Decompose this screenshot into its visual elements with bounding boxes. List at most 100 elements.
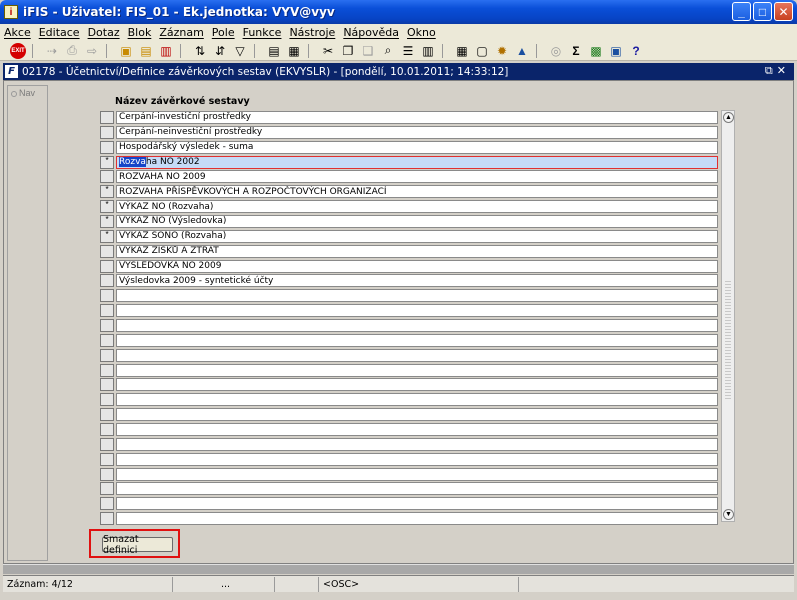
sun-icon[interactable]: ✹	[494, 43, 510, 59]
empty-table-row[interactable]	[100, 467, 718, 482]
empty-table-row[interactable]	[100, 422, 718, 437]
row-marker[interactable]	[100, 467, 114, 481]
row-marker[interactable]	[100, 363, 114, 377]
menu-dotaz[interactable]: Dotaz	[88, 26, 120, 39]
empty-table-row[interactable]	[100, 392, 718, 407]
scrollbar-grip[interactable]	[725, 281, 731, 401]
report-name-cell[interactable]	[116, 333, 718, 347]
empty-table-row[interactable]	[100, 363, 718, 378]
delete-record-icon[interactable]: ▤	[138, 43, 154, 59]
row-marker[interactable]	[100, 348, 114, 362]
row-marker[interactable]	[100, 289, 114, 303]
remove-record-icon[interactable]: ▥	[158, 43, 174, 59]
report-name-cell[interactable]	[116, 452, 718, 466]
row-marker[interactable]	[100, 244, 114, 258]
table-row[interactable]: * VÝKAZ SONO (Rozvaha)	[100, 229, 718, 244]
row-marker[interactable]	[100, 110, 114, 124]
row-marker[interactable]	[100, 170, 114, 184]
cut-icon[interactable]: ✂	[320, 43, 336, 59]
row-marker[interactable]	[100, 422, 114, 436]
empty-table-row[interactable]	[100, 303, 718, 318]
table-row[interactable]: VÝSLEDOVKA NO 2009	[100, 259, 718, 274]
help-circle-icon[interactable]: ◎	[548, 43, 564, 59]
row-marker[interactable]: *	[100, 185, 114, 199]
report-name-cell[interactable]: VÝKAZ SONO (Rozvaha)	[116, 229, 718, 243]
report-name-cell[interactable]	[116, 482, 718, 496]
row-marker[interactable]	[100, 140, 114, 154]
empty-table-row[interactable]	[100, 511, 718, 526]
empty-table-row[interactable]	[100, 407, 718, 422]
form-title-bar[interactable]: F 02178 - Účetnictví/Definice závěrkovýc…	[3, 63, 794, 80]
menu-pole[interactable]: Pole	[212, 26, 235, 39]
report-name-cell[interactable]	[116, 467, 718, 481]
row-marker[interactable]	[100, 393, 114, 407]
row-marker[interactable]	[100, 318, 114, 332]
print-preview-icon[interactable]: ▤	[266, 43, 282, 59]
report-name-cell[interactable]	[116, 408, 718, 422]
scroll-up-icon[interactable]: ▲	[723, 112, 734, 123]
row-marker[interactable]: *	[100, 214, 114, 228]
close-button[interactable]: ✕	[774, 2, 793, 21]
empty-table-row[interactable]	[100, 333, 718, 348]
row-marker[interactable]	[100, 333, 114, 347]
report-name-cell[interactable]: VÝKAZ ZISKŮ A ZTRÁT	[116, 244, 718, 258]
sort-asc-icon[interactable]: ⇅	[192, 43, 208, 59]
report-name-cell[interactable]: Výsledovka 2009 - syntetické účty	[116, 274, 718, 288]
empty-table-row[interactable]	[100, 496, 718, 511]
copy-icon[interactable]: ❐	[340, 43, 356, 59]
export-icon[interactable]: ▦	[286, 43, 302, 59]
window-title-bar[interactable]: i iFIS - Uživatel: FIS_01 - Ek.jednotka:…	[0, 0, 797, 24]
menu-okno[interactable]: Okno	[407, 26, 436, 39]
scroll-down-icon[interactable]: ▼	[723, 509, 734, 520]
row-marker[interactable]: *	[100, 200, 114, 214]
report-name-cell[interactable]	[116, 497, 718, 511]
excel-icon[interactable]: ▩	[588, 43, 604, 59]
menu-napoveda[interactable]: Nápověda	[343, 26, 399, 39]
fetch-icon[interactable]: ⇨	[84, 43, 100, 59]
empty-table-row[interactable]	[100, 437, 718, 452]
report-name-cell[interactable]: VÝSLEDOVKA NO 2009	[116, 259, 718, 273]
table-row[interactable]: ROZVAHA NO 2009	[100, 169, 718, 184]
table-row[interactable]: * ROZVAHA PŘÍSPĚVKOVÝCH A ROZPOČTOVÝCH O…	[100, 184, 718, 199]
report-name-cell[interactable]: ROZVAHA PŘÍSPĚVKOVÝCH A ROZPOČTOVÝCH ORG…	[116, 185, 718, 199]
row-marker[interactable]	[100, 437, 114, 451]
row-marker[interactable]	[100, 304, 114, 318]
table-row[interactable]: * VÝKAZ NO (Rozvaha)	[100, 199, 718, 214]
row-marker[interactable]	[100, 378, 114, 392]
menu-akce[interactable]: Akce	[4, 26, 31, 39]
paste-icon[interactable]: ❑	[360, 43, 376, 59]
empty-table-row[interactable]	[100, 318, 718, 333]
report-name-cell[interactable]	[116, 422, 718, 436]
search-icon[interactable]: ⌕	[380, 43, 396, 59]
calculator-icon[interactable]: ▦	[454, 43, 470, 59]
clock-icon[interactable]: ▢	[474, 43, 490, 59]
sum-icon[interactable]: Σ	[568, 43, 584, 59]
empty-table-row[interactable]	[100, 348, 718, 363]
empty-table-row[interactable]	[100, 452, 718, 467]
row-marker[interactable]: *	[100, 229, 114, 243]
row-marker[interactable]	[100, 512, 114, 526]
form-window-controls[interactable]: ⧉✕	[765, 64, 790, 78]
save-icon[interactable]: ⇢	[44, 43, 60, 59]
report-name-cell[interactable]: VÝKAZ NO (Rozvaha)	[116, 200, 718, 214]
sort-desc-icon[interactable]: ⇵	[212, 43, 228, 59]
list-icon[interactable]: ☰	[400, 43, 416, 59]
row-marker[interactable]	[100, 482, 114, 496]
report-name-cell[interactable]	[116, 348, 718, 362]
vertical-scrollbar[interactable]: ▲ ▼	[721, 110, 735, 522]
print-icon[interactable]: ⎙	[64, 43, 80, 59]
table-row[interactable]: * VÝKAZ NO (Výsledovka)	[100, 214, 718, 229]
row-marker[interactable]	[100, 497, 114, 511]
minimize-button[interactable]: _	[732, 2, 751, 21]
report-name-cell[interactable]	[116, 304, 718, 318]
filter-icon[interactable]: ▽	[232, 43, 248, 59]
exit-icon[interactable]: EXIT	[10, 42, 26, 59]
maximize-button[interactable]: □	[753, 2, 772, 21]
row-marker[interactable]	[100, 452, 114, 466]
menu-editace[interactable]: Editace	[39, 26, 80, 39]
table-row[interactable]: Čerpání-neinvestiční prostředky	[100, 125, 718, 140]
delete-definition-button[interactable]: Smazat definici	[102, 534, 173, 556]
report-icon[interactable]: ▣	[608, 43, 624, 59]
report-name-cell[interactable]	[116, 378, 718, 392]
menu-zaznam[interactable]: Záznam	[159, 26, 203, 39]
